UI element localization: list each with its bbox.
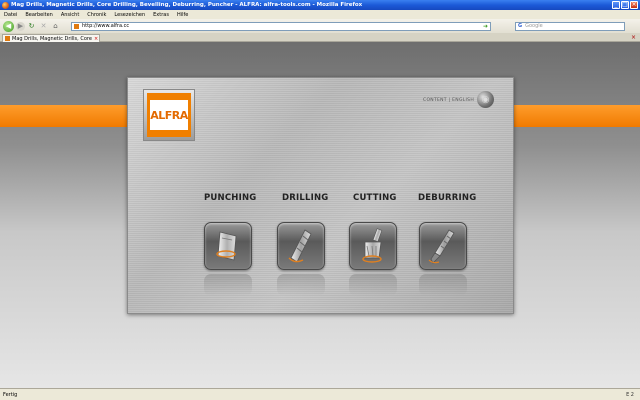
- menu-item-hilfe[interactable]: Hilfe: [177, 12, 188, 18]
- core-cutter-icon: [362, 228, 383, 263]
- back-arrow-icon: ◀: [5, 22, 12, 30]
- close-button[interactable]: ×: [630, 1, 638, 9]
- url-text: http://www.alfra.cc: [82, 23, 130, 29]
- punch-tool-icon: [216, 231, 237, 261]
- maximize-button[interactable]: □: [621, 1, 629, 9]
- menu-item-lesezeichen[interactable]: Lesezeichen: [114, 12, 145, 18]
- go-arrow-icon[interactable]: ➜: [483, 23, 488, 30]
- language-link[interactable]: CONTENT | ENGLISH: [423, 98, 474, 103]
- drilling-reflection: [277, 274, 325, 296]
- home-icon[interactable]: ⌂: [51, 22, 60, 31]
- drill-bit-icon: [288, 229, 312, 263]
- category-label-drilling[interactable]: DRILLING: [282, 193, 328, 203]
- window-title: Mag Drills, Magnetic Drills, Core Drilli…: [11, 2, 363, 8]
- punching-reflection: [204, 274, 252, 296]
- search-placeholder: Google: [525, 23, 543, 29]
- tab-close-icon[interactable]: ×: [94, 36, 99, 42]
- globe-icon[interactable]: ◉: [477, 91, 494, 108]
- menu-item-bearbeiten[interactable]: Bearbeiten: [25, 12, 52, 18]
- alfra-logo-frame[interactable]: ALFRA: [143, 89, 195, 141]
- tab-favicon-icon: [5, 36, 10, 41]
- menu-item-datei[interactable]: Datei: [4, 12, 17, 18]
- firefox-icon: [2, 1, 9, 9]
- stop-icon[interactable]: ✕: [39, 22, 48, 31]
- page-content: ALFRA CONTENT | ENGLISH ◉ PUNCHING DRILL…: [0, 42, 640, 388]
- deburring-button[interactable]: [419, 222, 467, 270]
- category-label-deburring[interactable]: DEBURRING: [418, 193, 476, 203]
- forward-arrow-icon: ▶: [17, 22, 24, 30]
- url-bar[interactable]: http://www.alfra.cc ➜: [71, 21, 491, 31]
- back-button[interactable]: ◀: [3, 20, 14, 32]
- status-right-text: E 2: [626, 391, 634, 398]
- menu-bar: Datei Bearbeiten Ansicht Chronik Lesezei…: [0, 10, 640, 19]
- main-panel: ALFRA CONTENT | ENGLISH ◉ PUNCHING DRILL…: [127, 77, 514, 314]
- close-tab-icon[interactable]: ×: [631, 34, 636, 41]
- cutting-reflection: [349, 274, 397, 296]
- category-label-cutting[interactable]: CUTTING: [353, 193, 397, 203]
- tab-label: Mag Drills, Magnetic Drills, Core Drilli…: [12, 35, 94, 42]
- drilling-button[interactable]: [277, 222, 325, 270]
- window-titlebar: Mag Drills, Magnetic Drills, Core Drilli…: [0, 0, 640, 10]
- logo-text: ALFRA: [150, 100, 188, 130]
- status-text: Fertig: [3, 391, 18, 398]
- reload-icon[interactable]: ↻: [27, 22, 36, 31]
- minimize-button[interactable]: _: [612, 1, 620, 9]
- deburring-tool-icon: [428, 229, 455, 264]
- cutting-button[interactable]: [349, 222, 397, 270]
- tab-bar: Mag Drills, Magnetic Drills, Core Drilli…: [0, 33, 640, 42]
- punching-button[interactable]: [204, 222, 252, 270]
- category-label-punching[interactable]: PUNCHING: [204, 193, 256, 203]
- google-icon: G: [518, 23, 523, 29]
- forward-button[interactable]: ▶: [16, 21, 25, 31]
- menu-item-ansicht[interactable]: Ansicht: [61, 12, 79, 18]
- deburring-reflection: [419, 274, 467, 296]
- menu-item-chronik[interactable]: Chronik: [87, 12, 106, 18]
- site-favicon-icon: [74, 23, 79, 29]
- menu-item-extras[interactable]: Extras: [153, 12, 169, 18]
- alfra-logo: ALFRA: [147, 93, 191, 137]
- search-input[interactable]: G Google: [515, 21, 625, 31]
- status-bar: Fertig E 2: [0, 388, 640, 400]
- tab-alfra[interactable]: Mag Drills, Magnetic Drills, Core Drilli…: [2, 34, 100, 42]
- navigation-toolbar: ◀ ▶ ↻ ✕ ⌂ http://www.alfra.cc ➜ G Google: [0, 19, 640, 33]
